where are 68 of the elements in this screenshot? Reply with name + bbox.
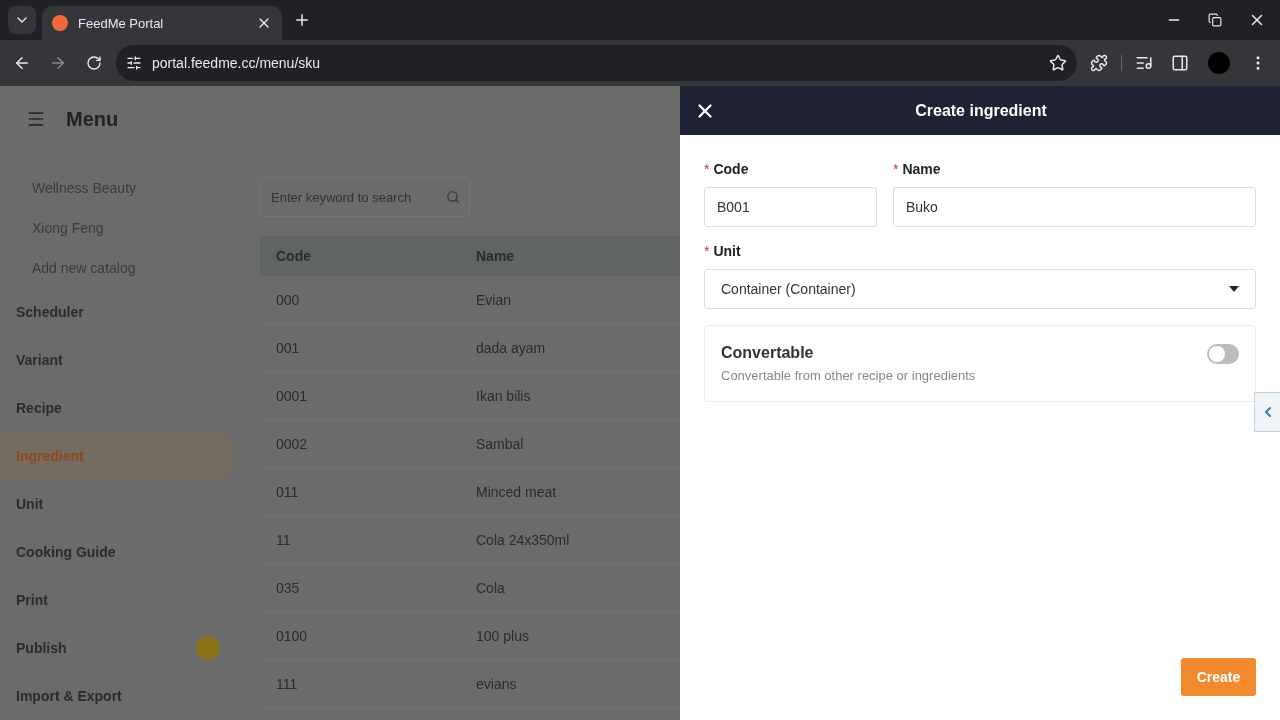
url-text: portal.feedme.cc/menu/sku — [152, 55, 322, 71]
create-button[interactable]: Create — [1181, 658, 1256, 696]
sidebar-label: Publish — [16, 640, 68, 656]
card-description: Convertable from other recipe or ingredients — [721, 368, 977, 383]
table-cell-text: 100 plus — [475, 627, 530, 644]
sidebar-item[interactable]: Recipe — [0, 384, 234, 432]
sidebar-label: Scheduler — [16, 304, 85, 320]
table-cell-text: Evian — [475, 291, 513, 308]
column-header: Code — [275, 248, 312, 264]
table-cell-text: Ikan bilis — [475, 387, 532, 404]
card-title: Convertable — [721, 344, 815, 362]
text-field[interactable]: Buko — [893, 187, 1256, 227]
table-cell-text: 0001 — [275, 387, 309, 404]
sidebar-label: Recipe — [16, 400, 63, 416]
table-cell-text: 035 — [275, 579, 301, 596]
collapse-tab[interactable] — [1254, 392, 1280, 432]
sidebar-item[interactable]: Scheduler — [0, 288, 234, 336]
sidebar-item[interactable]: Cooking Guide — [0, 528, 234, 576]
table-cell-text: 111 — [275, 675, 299, 692]
puzzle-icon[interactable] — [1090, 54, 1108, 72]
table-cell-text: 000 — [275, 291, 301, 308]
browser-tab[interactable]: FeedMe Portal — [42, 6, 282, 40]
sidebar-label: Cooking Guide — [16, 544, 117, 560]
page-title: Menu — [66, 107, 119, 131]
sidebar-item[interactable]: Print — [0, 576, 234, 624]
table-cell-text: 001 — [275, 339, 301, 356]
table-cell-text: Cola — [475, 579, 506, 596]
table-cell-text: 0100 — [275, 627, 309, 644]
reload-icon[interactable] — [86, 55, 102, 71]
table-cell-text: 11 — [275, 531, 292, 548]
sidebar-item[interactable]: Publish — [0, 624, 234, 672]
table-cell-text: Sambal — [475, 435, 525, 452]
field-label: * Name — [893, 161, 942, 177]
search-field[interactable]: Enter keyword to search — [260, 177, 470, 217]
menu-icon[interactable] — [26, 109, 46, 129]
sidebar-item[interactable]: Variant — [0, 336, 234, 384]
bookmark-star-icon[interactable] — [1049, 54, 1067, 72]
unit-select[interactable]: Container (Container) — [704, 269, 1256, 309]
sidebar-label: Variant — [16, 352, 64, 368]
side-panel-icon[interactable] — [1171, 54, 1189, 72]
table-cell-text: evians — [475, 675, 518, 692]
search-icon — [446, 190, 460, 204]
table-cell-text: Minced meat — [475, 483, 558, 500]
site-settings-icon[interactable] — [126, 55, 142, 71]
field-label: * Code — [704, 161, 750, 177]
new-tab-plus-icon[interactable] — [293, 11, 311, 29]
text-field[interactable]: B001 — [704, 187, 877, 227]
table-cell-text: 0002 — [275, 435, 309, 452]
sidebar-label: Ingredient — [16, 448, 85, 464]
dropdown-caret-icon — [1229, 286, 1239, 292]
forward-arrow-icon[interactable] — [49, 54, 67, 72]
toggle-switch[interactable] — [1207, 344, 1239, 364]
tab-search-button[interactable] — [8, 6, 36, 34]
media-list-icon[interactable] — [1135, 54, 1153, 72]
restore-icon[interactable] — [1208, 13, 1222, 27]
sidebar-item[interactable]: Import & Export — [0, 672, 234, 720]
field-label: * Unit — [704, 243, 742, 259]
sidebar-label: Print — [16, 592, 49, 608]
table-cell-text: Cola 24x350ml — [475, 531, 571, 548]
fork-logo-icon — [52, 15, 68, 31]
address-bar[interactable]: portal.feedme.cc/menu/sku — [116, 45, 1077, 81]
sidebar-label: Unit — [16, 496, 45, 512]
sidebar-label: Import & Export — [16, 688, 123, 704]
table-cell-text: 011 — [275, 483, 300, 500]
column-header: Name — [475, 248, 516, 264]
table-cell-text: dada ayam — [475, 339, 547, 356]
sidebar-item[interactable]: Unit — [0, 480, 234, 528]
drawer-title: Create ingredient — [914, 101, 1048, 120]
